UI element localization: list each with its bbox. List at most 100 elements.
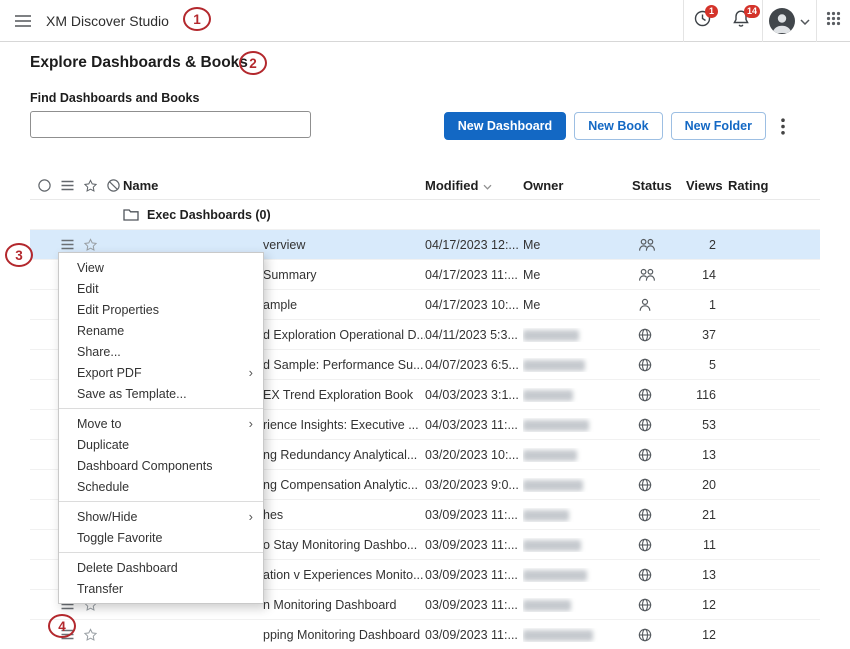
menu-item-transfer[interactable]: Transfer <box>59 578 263 599</box>
more-options-kebab-icon[interactable] <box>774 112 792 140</box>
labels-filter-icon[interactable] <box>107 179 120 193</box>
views-cell: 14 <box>686 268 728 282</box>
views-cell: 21 <box>686 508 728 522</box>
modified-cell: 03/09/2023 11:... <box>425 538 523 552</box>
views-cell: 11 <box>686 538 728 552</box>
owner-blurred <box>523 630 593 641</box>
submenu-arrow-icon: › <box>249 366 253 379</box>
menu-divider <box>59 408 263 409</box>
notifications-badge: 14 <box>744 5 760 18</box>
user-menu[interactable] <box>762 0 816 42</box>
owner-blurred <box>523 600 571 611</box>
column-header-owner[interactable]: Owner <box>523 178 632 193</box>
status-private-icon <box>638 298 652 312</box>
status-public-icon <box>638 358 652 372</box>
top-bar-right: 1 14 <box>683 0 850 42</box>
owner-cell <box>523 418 632 432</box>
views-cell: 37 <box>686 328 728 342</box>
favorite-star-icon[interactable] <box>84 628 97 641</box>
owner-blurred <box>523 360 585 371</box>
modified-cell: 03/09/2023 11:... <box>425 568 523 582</box>
row-menu-handle-icon[interactable] <box>61 239 74 250</box>
menu-item-dashboard-components[interactable]: Dashboard Components <box>59 455 263 476</box>
menu-item-share[interactable]: Share... <box>59 341 263 362</box>
item-name[interactable]: d Exploration Operational D... <box>263 328 425 342</box>
item-name[interactable]: ng Compensation Analytic... <box>263 478 418 492</box>
app-title: XM Discover Studio <box>46 13 169 29</box>
status-shared-icon <box>638 268 656 282</box>
menu-item-edit-properties[interactable]: Edit Properties <box>59 299 263 320</box>
table-row[interactable]: pping Monitoring Dashboard03/09/2023 11:… <box>30 620 820 649</box>
item-name[interactable]: verview <box>263 238 305 252</box>
column-header-name[interactable]: Name <box>123 178 425 193</box>
views-cell: 2 <box>686 238 728 252</box>
item-name[interactable]: EX Trend Exploration Book <box>263 388 413 402</box>
owner-blurred <box>523 390 573 401</box>
modified-cell: 04/07/2023 6:5... <box>425 358 523 372</box>
status-public-icon <box>638 388 652 402</box>
search-label: Find Dashboards and Books <box>30 91 199 105</box>
search-input[interactable] <box>30 111 311 138</box>
menu-item-view[interactable]: View <box>59 257 263 278</box>
menu-item-schedule[interactable]: Schedule <box>59 476 263 497</box>
owner-blurred <box>523 330 579 341</box>
folder-name: Exec Dashboards (0) <box>147 208 271 222</box>
waffle-grid-icon <box>826 11 841 31</box>
annotation-4: 4 <box>48 614 76 638</box>
owner-cell <box>523 598 632 612</box>
item-name[interactable]: Summary <box>263 268 316 282</box>
alerts-button[interactable]: 1 <box>683 0 720 42</box>
item-name[interactable]: n Monitoring Dashboard <box>263 598 396 612</box>
folder-icon <box>123 208 139 221</box>
select-all-circle-icon[interactable] <box>38 179 51 193</box>
app-launcher-button[interactable] <box>816 0 850 42</box>
owner-blurred <box>523 540 581 551</box>
views-cell: 5 <box>686 358 728 372</box>
top-bar: XM Discover Studio 1 14 <box>0 0 850 42</box>
action-buttons: New Dashboard New Book New Folder <box>444 112 792 140</box>
favorite-star-icon[interactable] <box>84 238 97 251</box>
item-name[interactable]: o Stay Monitoring Dashbo... <box>263 538 417 552</box>
menu-item-toggle-favorite[interactable]: Toggle Favorite <box>59 527 263 548</box>
folder-row[interactable]: Exec Dashboards (0) <box>30 200 820 230</box>
item-name[interactable]: ation v Experiences Monito... <box>263 568 424 582</box>
xm-discover-studio-screen: XM Discover Studio 1 14 <box>0 0 850 649</box>
menu-item-duplicate[interactable]: Duplicate <box>59 434 263 455</box>
new-dashboard-button[interactable]: New Dashboard <box>444 112 566 140</box>
modified-cell: 04/17/2023 10:... <box>425 298 523 312</box>
menu-item-move-to[interactable]: Move to› <box>59 413 263 434</box>
column-header-rating[interactable]: Rating <box>728 178 820 193</box>
notifications-button[interactable]: 14 <box>720 0 762 42</box>
table-header: Name Modified Owner Status Views Rating <box>30 172 820 200</box>
hamburger-menu-icon[interactable] <box>13 11 33 31</box>
favorites-star-icon[interactable] <box>84 179 97 193</box>
owner-blurred <box>523 480 583 491</box>
owner-blurred <box>523 420 589 431</box>
views-cell: 12 <box>686 628 728 642</box>
list-filter-icon[interactable] <box>61 179 74 193</box>
menu-item-edit[interactable]: Edit <box>59 278 263 299</box>
menu-item-rename[interactable]: Rename <box>59 320 263 341</box>
avatar[interactable] <box>769 8 795 34</box>
column-header-modified[interactable]: Modified <box>425 178 523 193</box>
modified-cell: 04/03/2023 11:... <box>425 418 523 432</box>
menu-item-save-as-template[interactable]: Save as Template... <box>59 383 263 404</box>
item-name[interactable]: ng Redundancy Analytical... <box>263 448 417 462</box>
views-cell: 20 <box>686 478 728 492</box>
modified-cell: 04/03/2023 3:1... <box>425 388 523 402</box>
menu-item-show-hide[interactable]: Show/Hide› <box>59 506 263 527</box>
owner-cell <box>523 508 632 522</box>
column-header-status[interactable]: Status <box>632 178 686 193</box>
status-public-icon <box>638 478 652 492</box>
column-header-views[interactable]: Views <box>686 178 728 193</box>
item-name[interactable]: pping Monitoring Dashboard <box>263 628 420 642</box>
item-name[interactable]: ample <box>263 298 297 312</box>
menu-item-delete-dashboard[interactable]: Delete Dashboard <box>59 557 263 578</box>
new-folder-button[interactable]: New Folder <box>671 112 766 140</box>
menu-item-export-pdf[interactable]: Export PDF› <box>59 362 263 383</box>
owner-blurred <box>523 570 587 581</box>
item-name[interactable]: hes <box>263 508 283 522</box>
item-name[interactable]: rience Insights: Executive ... <box>263 418 419 432</box>
new-book-button[interactable]: New Book <box>574 112 662 140</box>
item-name[interactable]: d Sample: Performance Su... <box>263 358 424 372</box>
